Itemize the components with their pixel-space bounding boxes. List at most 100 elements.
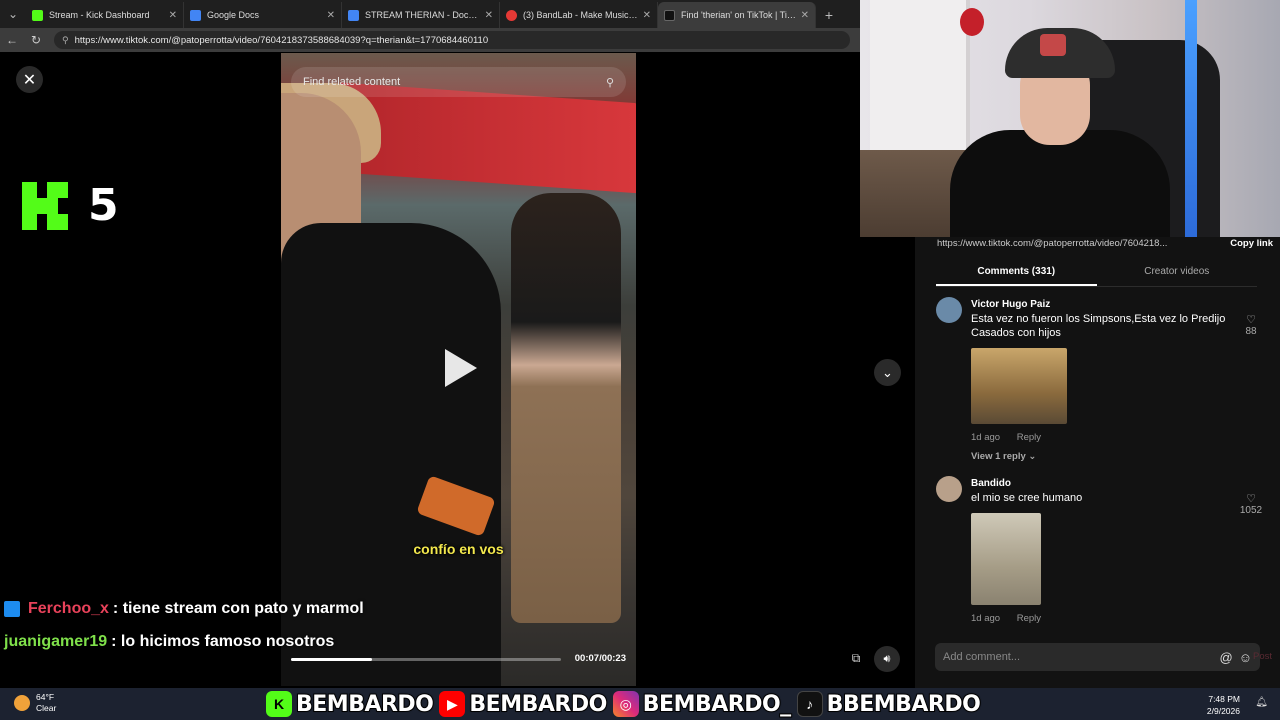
tiktok-icon: ♪ — [796, 691, 823, 717]
copy-link-button[interactable]: Copy link — [1230, 238, 1273, 249]
url-text: https://www.tiktok.com/@patoperrotta/vid… — [74, 34, 489, 46]
like-button[interactable]: ♡ 1052 — [1236, 492, 1266, 516]
streamer-webcam — [860, 0, 1280, 237]
comment-item: Victor Hugo Paiz Esta vez no fueron los … — [936, 297, 1266, 462]
site-info-icon[interactable]: ⚲ — [62, 35, 69, 46]
new-tab-plus-icon[interactable]: + — [816, 2, 842, 28]
weather-temp: 64°F — [36, 692, 55, 702]
browser-tab-2[interactable]: STREAM THERIAN - Documentos de ✕ — [342, 2, 500, 28]
webcam-person-body — [950, 130, 1170, 237]
tab-label: Google Docs — [207, 10, 260, 20]
close-video-button[interactable]: ✕ — [16, 66, 43, 93]
video-progress-fill — [291, 658, 372, 661]
view-replies-label: View 1 reply — [971, 451, 1026, 462]
like-count: 88 — [1245, 326, 1257, 337]
like-button[interactable]: ♡ 88 — [1236, 313, 1266, 337]
notification-bell-icon[interactable]: 🔔︎ — [1255, 697, 1268, 708]
chat-username: Ferchoo_x — [28, 599, 109, 617]
weather-widget[interactable]: 64°F Clear — [14, 692, 56, 714]
search-icon[interactable]: ⚲ — [606, 76, 614, 89]
browser-tab-0[interactable]: Stream - Kick Dashboard ✕ — [26, 2, 184, 28]
video-progress-bar[interactable] — [291, 658, 561, 661]
comment-time: 1d ago — [971, 613, 1001, 624]
chat-line: Ferchoo_x : tiene stream con pato y marm… — [4, 592, 364, 625]
reply-button[interactable]: Reply — [1017, 432, 1041, 443]
comment-list[interactable]: Victor Hugo Paiz Esta vez no fueron los … — [936, 297, 1266, 629]
comment-text: Esta vez no fueron los Simpsons,Esta vez… — [971, 313, 1226, 339]
cap-logo-icon — [1040, 34, 1066, 56]
comment-text: el mio se cree humano — [971, 492, 1083, 504]
chat-message: : lo hicimos famoso nosotros — [111, 632, 335, 650]
social-handle: BBEMBARDO — [826, 691, 982, 718]
bandlab-favicon-icon — [506, 9, 517, 21]
reply-button[interactable]: Reply — [1017, 613, 1041, 624]
webcam-led-light — [1185, 0, 1197, 237]
find-related-search[interactable]: Find related content ⚲ — [291, 67, 626, 97]
share-link-bar: https://www.tiktok.com/@patoperrotta/vid… — [937, 237, 1273, 249]
play-icon[interactable] — [445, 349, 477, 387]
social-handles-overlay: K BEMBARDO ▶ BEMBARDO ◎ BEMBARDO_ ♪ BBEM… — [266, 688, 986, 720]
tab-comments[interactable]: Comments (331) — [936, 259, 1097, 286]
mini-player-icon[interactable]: ⧉ — [846, 648, 866, 668]
next-video-button[interactable]: ⌄ — [874, 359, 901, 386]
post-button[interactable]: Post — [1253, 651, 1272, 662]
comment-image[interactable] — [971, 348, 1067, 424]
tab-creator-videos[interactable]: Creator videos — [1097, 259, 1258, 286]
back-arrow-icon[interactable]: ← — [0, 33, 24, 47]
comment-input[interactable] — [943, 651, 1214, 663]
volume-button[interactable]: 🔊︎ — [874, 646, 900, 672]
tab-close-icon[interactable]: ✕ — [643, 10, 651, 21]
weather-desc: Clear — [36, 703, 57, 713]
chat-username: juanigamer19 — [4, 632, 108, 650]
instagram-icon: ◎ — [612, 691, 639, 717]
social-handle: BEMBARDO — [468, 691, 608, 718]
tiktok-favicon-icon — [664, 9, 675, 21]
tab-close-icon[interactable]: ✕ — [485, 10, 493, 21]
comment-image[interactable] — [971, 513, 1041, 605]
emoji-icon[interactable]: ☺ — [1239, 650, 1252, 665]
clock-time: 7:48 PM — [1208, 694, 1240, 704]
browser-tab-3[interactable]: (3) BandLab - Make Music Online ✕ — [500, 2, 658, 28]
view-replies-button[interactable]: View 1 reply ⌄ — [971, 451, 1266, 462]
chat-badge-icon — [4, 600, 20, 617]
browser-tab-4[interactable]: Find 'therian' on TikTok | TikTok Se ✕ — [658, 2, 816, 28]
social-handle: BEMBARDO_ — [642, 691, 792, 718]
docs-favicon-icon — [348, 9, 359, 21]
clock-date: 2/9/2026 — [1206, 706, 1240, 716]
tab-search-chevron-icon[interactable]: ⌄ — [0, 0, 26, 28]
browser-tab-bar: ⌄ Stream - Kick Dashboard ✕ Google Docs … — [0, 0, 860, 28]
heart-icon: ♡ — [1246, 314, 1256, 326]
avatar[interactable] — [936, 476, 962, 502]
kick-follower-overlay: 5 — [22, 180, 119, 231]
kick-icon: K — [266, 691, 292, 717]
chat-message: : tiene stream con pato y marmol — [112, 599, 364, 617]
tab-label: (3) BandLab - Make Music Online — [523, 10, 639, 20]
browser-tab-1[interactable]: Google Docs ✕ — [184, 2, 342, 28]
comment-author[interactable]: Victor Hugo Paiz — [971, 299, 1266, 310]
share-link-text: https://www.tiktok.com/@patoperrotta/vid… — [937, 237, 1168, 249]
system-clock[interactable]: 7:48 PM 2/9/2026 — [1207, 693, 1240, 717]
windows-taskbar: 64°F Clear K BEMBARDO ▶ BEMBARDO ◎ BEMBA… — [0, 688, 1280, 720]
close-icon: ✕ — [22, 71, 37, 89]
comment-author[interactable]: Bandido — [971, 478, 1266, 489]
tab-close-icon[interactable]: ✕ — [327, 10, 335, 21]
url-field[interactable]: ⚲ https://www.tiktok.com/@patoperrotta/v… — [54, 31, 850, 49]
comment-item: Bandido el mio se cree humano 1d ago Rep… — [936, 476, 1266, 624]
tab-label: STREAM THERIAN - Documentos de — [365, 10, 481, 20]
chevron-down-icon: ⌄ — [1028, 451, 1037, 462]
avatar[interactable] — [936, 297, 962, 323]
address-bar: ← ↻ ⚲ https://www.tiktok.com/@patoperrot… — [0, 28, 860, 52]
chevron-down-icon: ⌄ — [882, 364, 893, 380]
youtube-icon: ▶ — [439, 691, 466, 717]
stream-chat-overlay: Ferchoo_x : tiene stream con pato y marm… — [4, 592, 364, 658]
chat-line: juanigamer19 : lo hicimos famoso nosotro… — [4, 625, 364, 658]
tab-close-icon[interactable]: ✕ — [801, 10, 809, 21]
webcam-punching-bag — [960, 8, 984, 36]
reload-icon[interactable]: ↻ — [24, 33, 48, 47]
tab-close-icon[interactable]: ✕ — [169, 10, 177, 21]
like-count: 1052 — [1239, 505, 1263, 516]
search-placeholder: Find related content — [303, 76, 401, 88]
tab-label: Find 'therian' on TikTok | TikTok Se — [681, 10, 797, 20]
mention-icon[interactable]: @ — [1220, 650, 1233, 665]
heart-icon: ♡ — [1246, 493, 1256, 505]
